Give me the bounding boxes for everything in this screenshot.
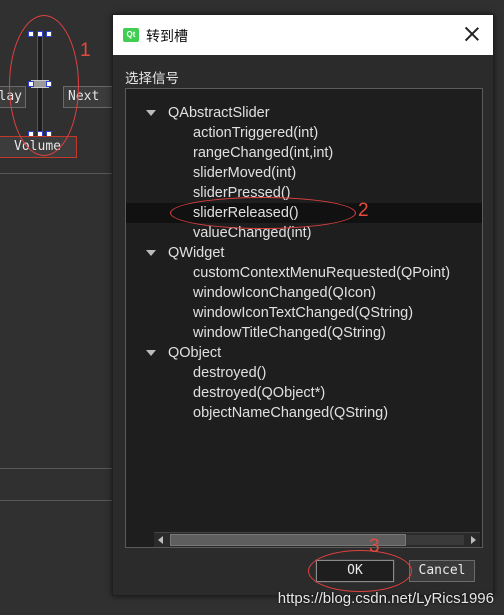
signal-label: destroyed(): [193, 365, 267, 381]
watermark-text: https://blog.csdn.net/LyRics1996: [277, 590, 494, 607]
signal-item[interactable]: destroyed(QObject*): [126, 383, 482, 403]
select-signal-label: 选择信号: [125, 71, 179, 86]
qt-logo-icon: Qt: [123, 28, 139, 42]
signal-label: windowTitleChanged(QString): [193, 325, 386, 341]
dialog-title: 转到槽: [146, 28, 188, 44]
signal-item[interactable]: windowIconTextChanged(QString): [126, 303, 482, 323]
signal-item[interactable]: windowIconChanged(QIcon): [126, 283, 482, 303]
signal-item[interactable]: windowTitleChanged(QString): [126, 323, 482, 343]
go-to-slot-dialog: Qt 转到槽 选择信号 QAbstractSlider actionTrigge…: [112, 14, 494, 596]
signal-label: destroyed(QObject*): [193, 385, 326, 401]
signal-item[interactable]: objectNameChanged(QString): [126, 403, 482, 423]
signal-item[interactable]: destroyed(): [126, 363, 482, 383]
annotation-ellipse-2: [170, 197, 356, 229]
signal-label: customContextMenuRequested(QPoint): [193, 265, 451, 281]
scroll-right-arrow-icon[interactable]: [471, 536, 476, 544]
signal-label: windowIconTextChanged(QString): [193, 305, 414, 321]
signal-label: windowIconChanged(QIcon): [193, 285, 376, 301]
signal-item[interactable]: customContextMenuRequested(QPoint): [126, 263, 482, 283]
form-divider: [0, 500, 112, 501]
form-divider: [0, 468, 112, 469]
group-label: QAbstractSlider: [168, 105, 270, 121]
annotation-number-3: 3: [369, 536, 380, 557]
annotation-ellipse-1: [9, 15, 79, 156]
tree-group-qwidget[interactable]: QWidget: [126, 243, 482, 263]
signal-item[interactable]: rangeChanged(int,int): [126, 143, 482, 163]
group-label: QObject: [168, 345, 222, 361]
tree-group-qobject[interactable]: QObject: [126, 343, 482, 363]
dialog-titlebar[interactable]: Qt 转到槽: [113, 15, 493, 55]
signal-label: rangeChanged(int,int): [193, 145, 334, 161]
expand-arrow-icon[interactable]: [146, 110, 156, 116]
close-icon[interactable]: [463, 25, 481, 43]
signal-item[interactable]: actionTriggered(int): [126, 123, 482, 143]
annotation-ellipse-3: [308, 550, 412, 592]
annotation-number-2: 2: [358, 200, 369, 221]
signal-tree[interactable]: QAbstractSlider actionTriggered(int) ran…: [125, 88, 483, 548]
expand-arrow-icon[interactable]: [146, 350, 156, 356]
signal-label: actionTriggered(int): [193, 125, 319, 141]
signal-label: sliderMoved(int): [193, 165, 297, 181]
annotation-number-1: 1: [80, 40, 91, 61]
cancel-button[interactable]: Cancel: [409, 560, 475, 582]
horizontal-scrollbar[interactable]: [154, 532, 480, 547]
group-label: QWidget: [168, 245, 225, 261]
signal-item[interactable]: sliderMoved(int): [126, 163, 482, 183]
form-divider: [0, 173, 112, 174]
expand-arrow-icon[interactable]: [146, 250, 156, 256]
tree-group-qabstractslider[interactable]: QAbstractSlider: [126, 103, 482, 123]
signal-label: objectNameChanged(QString): [193, 405, 389, 421]
scroll-left-arrow-icon[interactable]: [158, 536, 163, 544]
